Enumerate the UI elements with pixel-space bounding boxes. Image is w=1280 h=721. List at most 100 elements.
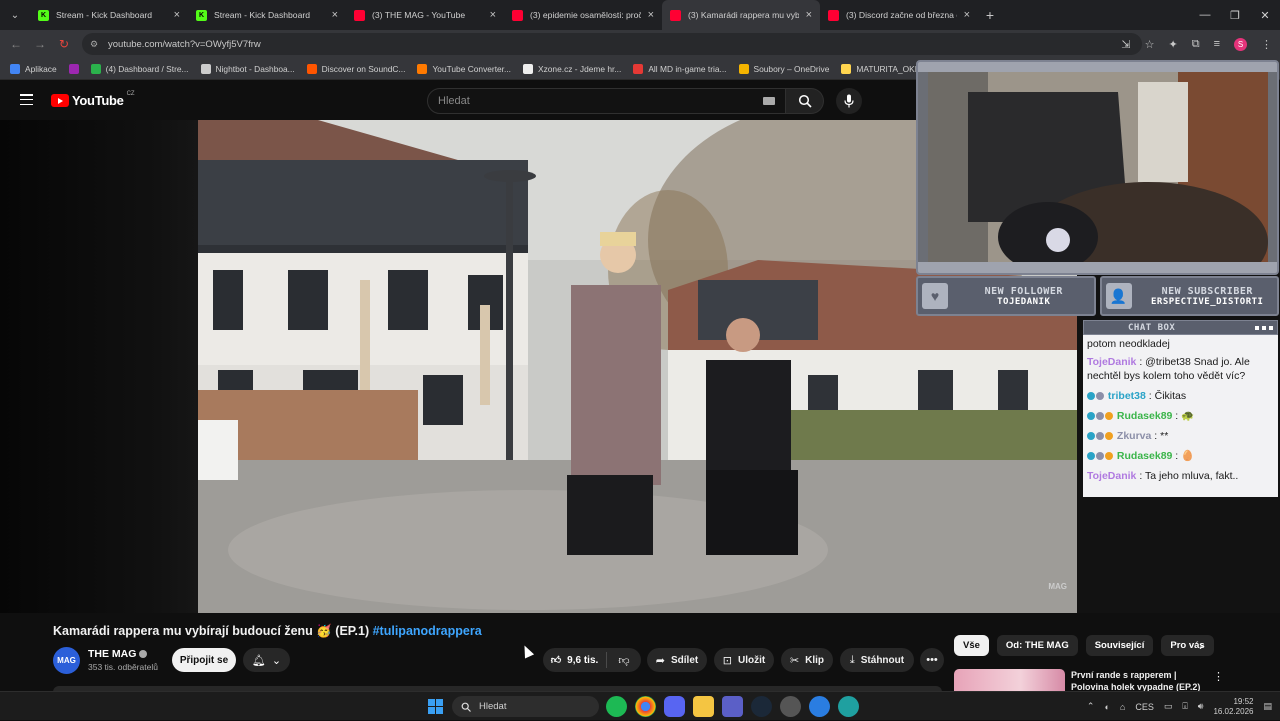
youtube-logo[interactable]: YouTube CZ [51, 90, 135, 108]
join-button[interactable]: Připojit se [172, 648, 236, 672]
clip-button[interactable]: ✂ Klip [781, 648, 833, 672]
language-indicator[interactable]: CES [1135, 702, 1154, 712]
network-icon[interactable]: ▭ [1164, 701, 1173, 712]
browser-menu-icon[interactable]: ⋮ [1261, 38, 1272, 51]
bookmark-item[interactable]: All MD in-game tria... [633, 63, 727, 74]
globe-icon[interactable] [838, 696, 859, 717]
browser-tab[interactable]: K Stream - Kick Dashboard × [30, 0, 188, 30]
chevron-down-icon: ⌄ [271, 654, 282, 667]
follower-label: NEW FOLLOWER [984, 285, 1063, 297]
bookmark-apps[interactable]: Aplikace [10, 63, 57, 74]
volume-icon[interactable]: 🔊︎ [1198, 701, 1204, 712]
bookmark-item[interactable] [68, 63, 79, 74]
extensions-puzzle-icon[interactable]: ⧉ [1192, 38, 1200, 51]
notifications-icon[interactable]: ▤ [1263, 701, 1272, 712]
close-tab-icon[interactable]: × [174, 9, 180, 21]
chevron-up-icon[interactable]: ⌃ [1087, 701, 1095, 712]
chrome-icon[interactable] [635, 696, 656, 717]
youtube-wordmark: YouTube [72, 93, 124, 108]
chip-all[interactable]: Vše [954, 635, 989, 656]
channel-avatar[interactable]: MAG [53, 647, 80, 674]
close-window-icon[interactable]: ✕ [1250, 0, 1280, 30]
thumbs-down-icon: 👎︎ [618, 654, 630, 667]
minimize-icon[interactable]: — [1190, 0, 1220, 30]
site-info-icon[interactable]: ⚙ [90, 39, 100, 50]
chip-from-channel[interactable]: Od: THE MAG [996, 635, 1078, 656]
close-tab-icon[interactable]: × [648, 9, 654, 21]
share-button[interactable]: ➦ Sdílet [647, 648, 707, 672]
country-code: CZ [126, 90, 135, 97]
browser-tab[interactable]: (3) THE MAG - YouTube × [346, 0, 504, 30]
bookmark-item[interactable]: YouTube Converter... [417, 63, 511, 74]
notifications-button[interactable]: 🔔︎ ⌄ [243, 648, 290, 672]
profile-avatar[interactable]: S [1234, 37, 1247, 51]
discord-icon[interactable] [664, 696, 685, 717]
voice-search-button[interactable] [836, 88, 862, 114]
bookmark-item[interactable]: Nightbot - Dashboa... [200, 63, 295, 74]
close-tab-icon[interactable]: × [964, 9, 970, 21]
browser-tab-active[interactable]: (3) Kamarádi rappera mu vybír × [662, 0, 820, 30]
install-app-icon[interactable]: ⇲ [1121, 38, 1130, 51]
more-vert-icon[interactable]: ⋮ [1213, 670, 1224, 683]
close-tab-icon[interactable]: × [490, 9, 496, 21]
browser-tab[interactable]: (3) epidemie osamělosti: proč s × [504, 0, 662, 30]
chip-for-you[interactable]: Pro vás [1161, 635, 1214, 656]
subscriber-count: 353 tis. odběratelů [88, 662, 158, 672]
clock[interactable]: 19:52 16.02.2026 [1213, 697, 1253, 717]
taskbar-search[interactable]: Hledat [452, 696, 599, 717]
spotify-icon[interactable] [606, 696, 627, 717]
bookmark-item[interactable]: (4) Dashboard / Stre... [90, 63, 189, 74]
steam-icon[interactable] [751, 696, 772, 717]
forward-icon[interactable]: → [28, 37, 52, 51]
video-hashtag[interactable]: #tulipanodrappera [373, 624, 482, 638]
like-button[interactable]: 👍︎ 9,6 tis. [543, 652, 607, 668]
chip-related[interactable]: Související [1085, 635, 1154, 656]
bookmark-star-icon[interactable]: ☆ [1145, 38, 1155, 51]
apps-grid-icon [10, 63, 20, 74]
bookmark-item[interactable]: Xzone.cz - Jdeme hr... [523, 63, 621, 74]
search-button[interactable] [786, 88, 824, 114]
restore-icon[interactable]: ❐ [1220, 0, 1250, 30]
save-button[interactable]: ⊡ Uložit [714, 648, 774, 672]
keyboard-icon[interactable] [763, 97, 775, 105]
close-tab-icon[interactable]: × [806, 9, 812, 21]
dislike-button[interactable]: 👎︎ [607, 654, 641, 667]
chevron-right-icon[interactable]: › [1199, 638, 1203, 653]
bookmark-item[interactable]: Discover on SoundC... [306, 63, 405, 74]
address-bar[interactable]: ⚙ youtube.com/watch?v=OWyfj5V7frw [82, 33, 1142, 55]
reload-icon[interactable]: ↻ [52, 37, 76, 51]
user-icon: 👤 [1105, 283, 1132, 309]
teams-icon[interactable] [722, 696, 743, 717]
tab-search-menu-icon[interactable]: ⌄ [0, 0, 30, 30]
app-icon[interactable] [780, 696, 801, 717]
menu-icon[interactable] [20, 94, 33, 108]
windows-start-icon[interactable] [428, 699, 443, 714]
extension-icon[interactable]: ✦ [1169, 38, 1178, 51]
display-icon[interactable]: ⌻ [1182, 701, 1187, 712]
tray-app-icon[interactable]: ◐ [1104, 702, 1109, 712]
channel-name[interactable]: THE MAG [88, 648, 148, 660]
app-icon[interactable] [809, 696, 830, 717]
chat-box-title: CHAT BOX [1128, 322, 1176, 333]
tab-title: Stream - Kick Dashboard [56, 10, 152, 20]
bookmark-item[interactable]: Soubory – OneDrive [738, 63, 829, 74]
download-button[interactable]: ⤓ Stáhnout [840, 648, 914, 672]
bookmark-icon [738, 63, 749, 74]
subscriber-label: NEW SUBSCRIBER [1161, 285, 1253, 297]
toolbar-icons: ⇲ ☆ ✦ ⧉ ≡ S ⋮ [1121, 30, 1272, 58]
recommended-thumbnail[interactable] [954, 669, 1065, 691]
close-tab-icon[interactable]: × [332, 9, 338, 21]
browser-tab[interactable]: K Stream - Kick Dashboard × [188, 0, 346, 30]
recommended-title[interactable]: První rande s rapperem | Polovina holek … [1071, 669, 1201, 691]
browser-tab[interactable]: (3) Discord začne od března ov × [820, 0, 978, 30]
more-actions-button[interactable]: ••• [920, 648, 944, 672]
tray-app-icon[interactable]: ⌂ [1120, 702, 1125, 712]
media-control-icon[interactable]: ≡ [1214, 38, 1220, 50]
youtube-play-icon [51, 94, 69, 107]
search-input[interactable]: Hledat [427, 88, 786, 114]
back-icon[interactable]: ← [4, 37, 28, 51]
file-explorer-icon[interactable] [693, 696, 714, 717]
chat-text: : 🐢 [1175, 410, 1195, 422]
new-tab-icon[interactable]: + [978, 7, 1002, 23]
chat-message: tribet38 : Čikitas [1087, 389, 1274, 403]
